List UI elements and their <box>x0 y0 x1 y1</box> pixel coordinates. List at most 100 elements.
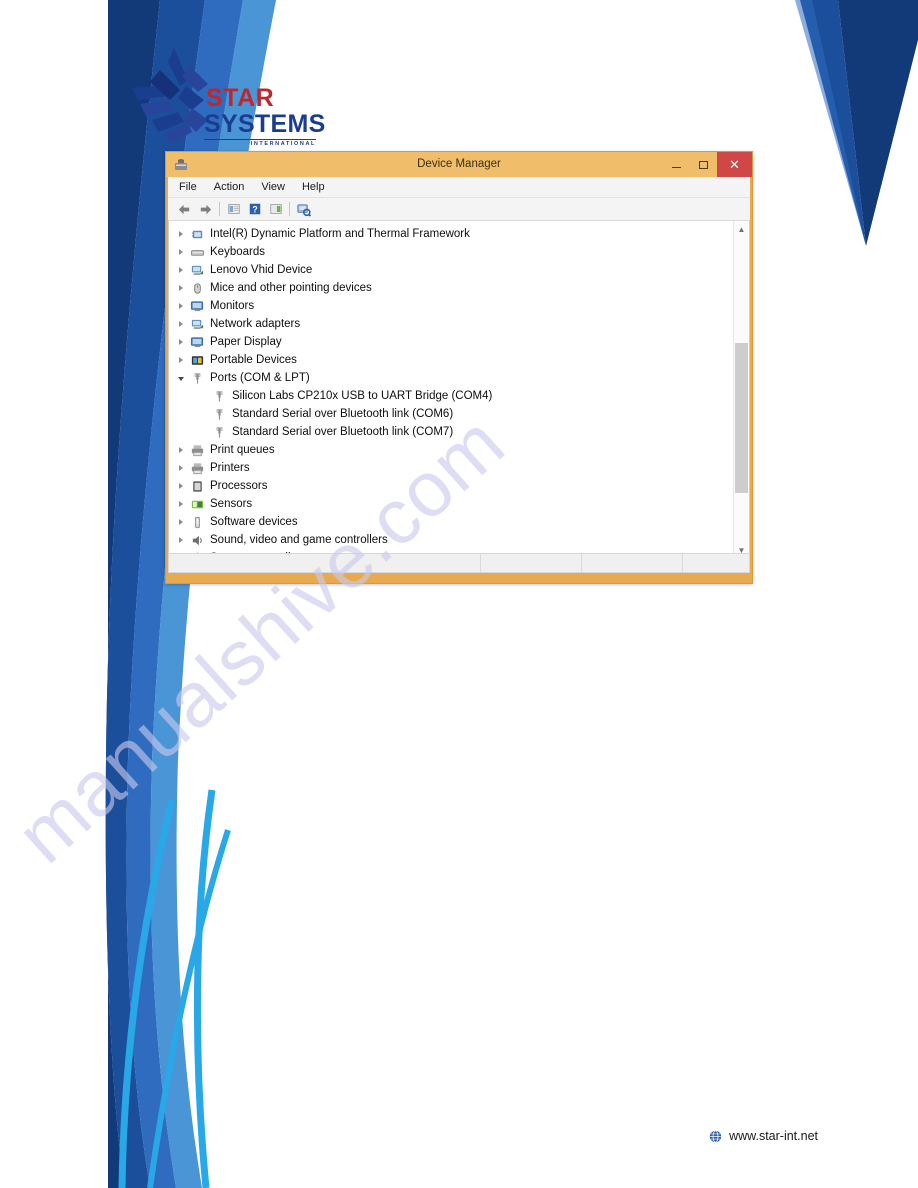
tree-item-label: Portable Devices <box>210 354 297 366</box>
close-button[interactable]: ✕ <box>717 152 752 177</box>
menu-action[interactable]: Action <box>214 177 254 197</box>
tree-item-label: Keyboards <box>210 246 265 258</box>
chevron-right-icon[interactable] <box>173 262 189 278</box>
chevron-right-icon[interactable] <box>173 316 189 332</box>
monitor-icon <box>189 334 205 350</box>
speaker-icon <box>189 532 205 548</box>
maximize-button[interactable] <box>690 152 717 177</box>
menu-view[interactable]: View <box>261 177 294 197</box>
tree-item[interactable]: Print queues <box>173 441 733 459</box>
tree-item-label: Sensors <box>210 498 253 510</box>
device-tree[interactable]: Intel(R) Dynamic Platform and Thermal Fr… <box>169 225 733 558</box>
tree-item[interactable]: Sound, video and game controllers <box>173 531 733 549</box>
tree-item-label: Paper Display <box>210 336 282 348</box>
port-icon <box>211 406 227 422</box>
toolbar: ? <box>168 198 750 221</box>
footer-url-text: www.star-int.net <box>729 1129 818 1143</box>
portable-device-icon <box>189 352 205 368</box>
chevron-right-icon[interactable] <box>173 298 189 314</box>
show-hidden-devices-icon[interactable] <box>265 200 286 219</box>
tree-item[interactable]: Portable Devices <box>173 351 733 369</box>
deco-cyan-line-3 <box>147 829 231 1188</box>
chevron-right-icon[interactable] <box>173 496 189 512</box>
vertical-scrollbar[interactable]: ▲ ▼ <box>733 221 749 558</box>
minimize-icon <box>672 166 681 168</box>
tree-item-label: Standard Serial over Bluetooth link (COM… <box>232 426 454 438</box>
menu-help[interactable]: Help <box>302 177 334 197</box>
tree-item[interactable]: Lenovo Vhid Device <box>173 261 733 279</box>
menu-file[interactable]: File <box>179 177 206 197</box>
scrollbar-thumb[interactable] <box>735 343 748 493</box>
tree-item[interactable]: Standard Serial over Bluetooth link (COM… <box>173 405 733 423</box>
back-arrow-icon[interactable] <box>174 200 195 219</box>
chevron-right-icon[interactable] <box>173 226 189 242</box>
tree-item-label: Lenovo Vhid Device <box>210 264 313 276</box>
tree-item-label: Processors <box>210 480 268 492</box>
properties-icon[interactable] <box>223 200 244 219</box>
chevron-right-icon[interactable] <box>173 334 189 350</box>
chevron-right-icon[interactable] <box>173 478 189 494</box>
chevron-right-icon[interactable] <box>173 280 189 296</box>
tree-item[interactable]: Software devices <box>173 513 733 531</box>
tree-item[interactable]: Intel(R) Dynamic Platform and Thermal Fr… <box>173 225 733 243</box>
network-device-icon <box>189 262 205 278</box>
tree-item[interactable]: Silicon Labs CP210x USB to UART Bridge (… <box>173 387 733 405</box>
tree-item[interactable]: Ports (COM & LPT) <box>173 369 733 387</box>
chevron-right-icon[interactable] <box>173 532 189 548</box>
tree-item[interactable]: Processors <box>173 477 733 495</box>
tree-item-label: Software devices <box>210 516 298 528</box>
tree-item[interactable]: Printers <box>173 459 733 477</box>
brand-logo: STAR SYSTEMS INTERNATIONAL <box>130 44 330 150</box>
port-icon <box>211 424 227 440</box>
status-pane-message <box>169 554 481 572</box>
tree-item[interactable]: Standard Serial over Bluetooth link (COM… <box>173 423 733 441</box>
tree-item-label: Intel(R) Dynamic Platform and Thermal Fr… <box>210 228 470 240</box>
tree-item-label: Monitors <box>210 300 255 312</box>
chip-device-icon <box>189 226 205 242</box>
tree-item-label: Sound, video and game controllers <box>210 534 388 546</box>
toolbar-separator <box>289 202 290 216</box>
deco-right-navy <box>838 0 918 246</box>
deco-left-navy <box>105 0 160 1188</box>
monitor-icon <box>189 298 205 314</box>
chevron-right-icon[interactable] <box>173 514 189 530</box>
tree-item[interactable]: Sensors <box>173 495 733 513</box>
network-device-icon <box>189 316 205 332</box>
deco-cyan-line-2 <box>193 789 216 1188</box>
footer-website[interactable]: www.star-int.net <box>709 1129 818 1143</box>
status-pane-3 <box>582 554 683 572</box>
chevron-down-icon[interactable] <box>173 370 189 386</box>
processor-icon <box>189 478 205 494</box>
window-titlebar[interactable]: Device Manager ✕ <box>166 152 752 177</box>
chevron-right-icon[interactable] <box>173 460 189 476</box>
mouse-icon <box>189 280 205 296</box>
tree-item[interactable]: Paper Display <box>173 333 733 351</box>
chevron-right-icon[interactable] <box>173 352 189 368</box>
printer-icon <box>189 460 205 476</box>
tree-item[interactable]: Monitors <box>173 297 733 315</box>
tree-item[interactable]: Mice and other pointing devices <box>173 279 733 297</box>
device-manager-icon <box>173 157 189 173</box>
chevron-right-icon[interactable] <box>173 244 189 260</box>
device-tree-panel[interactable]: Intel(R) Dynamic Platform and Thermal Fr… <box>168 221 750 559</box>
forward-arrow-icon[interactable] <box>195 200 216 219</box>
chevron-right-icon[interactable] <box>173 442 189 458</box>
port-icon <box>189 370 205 386</box>
scan-hardware-changes-icon[interactable] <box>293 200 314 219</box>
minimize-button[interactable] <box>663 152 690 177</box>
device-manager-window[interactable]: Device Manager ✕ File Action View Help ?… <box>165 151 753 584</box>
menu-bar: File Action View Help <box>168 177 750 198</box>
scroll-up-button[interactable]: ▲ <box>734 221 749 237</box>
tree-item-label: Printers <box>210 462 250 474</box>
status-bar <box>168 553 750 573</box>
port-icon <box>211 388 227 404</box>
maximize-icon <box>699 160 708 169</box>
help-icon[interactable]: ? <box>244 200 265 219</box>
deco-cyan-line-1 <box>118 799 176 1188</box>
status-pane-4 <box>683 554 749 572</box>
tree-item[interactable]: Network adapters <box>173 315 733 333</box>
window-controls: ✕ <box>663 152 752 177</box>
tree-item[interactable]: Keyboards <box>173 243 733 261</box>
